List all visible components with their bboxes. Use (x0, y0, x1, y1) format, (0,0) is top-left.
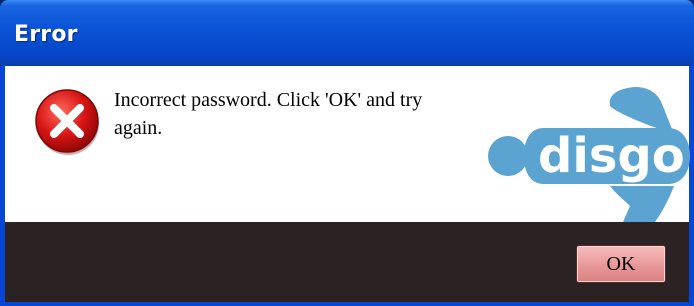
window-frame-bottom (0, 302, 694, 306)
error-icon (35, 89, 99, 155)
title-bar[interactable]: Error (0, 0, 694, 66)
error-dialog: Error Incorrect password. Click 'OK' and… (0, 0, 694, 306)
ok-button[interactable]: OK (576, 245, 666, 283)
logo-text: disgo (538, 128, 685, 184)
dialog-title: Error (14, 22, 78, 47)
error-message: Incorrect password. Click 'OK' and try a… (114, 89, 423, 139)
